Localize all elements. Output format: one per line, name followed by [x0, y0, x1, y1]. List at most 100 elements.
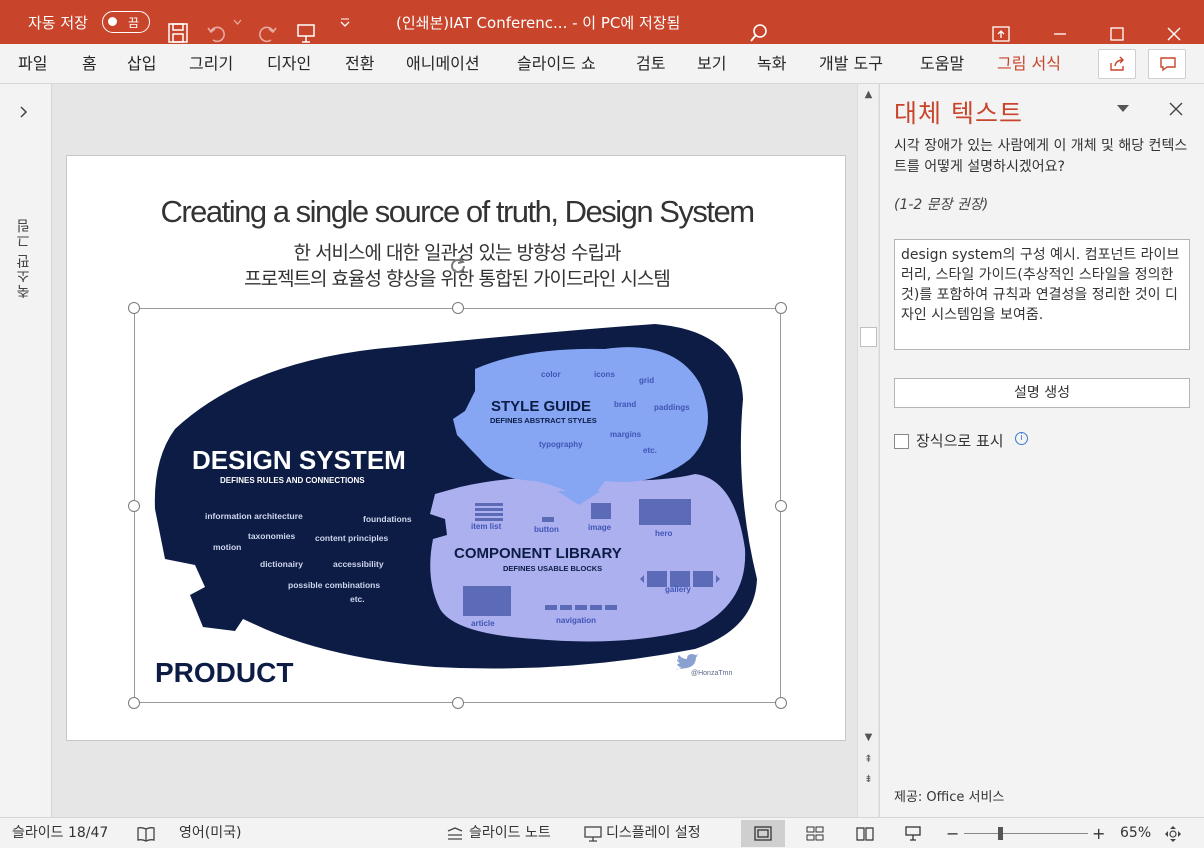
next-slide-icon[interactable]: ⇟: [860, 772, 877, 788]
tab-slideshow[interactable]: 슬라이드 쇼: [517, 44, 596, 84]
autosave-toggle[interactable]: 끔: [102, 11, 150, 33]
sg-item: margins: [610, 430, 642, 439]
thumbnails-label[interactable]: 축소판 그림: [14, 218, 34, 298]
provider-label: 제공: Office 서비스: [894, 790, 1005, 805]
tab-review[interactable]: 검토: [636, 44, 665, 84]
tab-design[interactable]: 디자인: [267, 44, 311, 84]
zoom-out-icon[interactable]: −: [946, 818, 959, 848]
tab-developer[interactable]: 개발 도구: [819, 44, 883, 84]
expand-thumbnails-icon[interactable]: [19, 106, 29, 118]
twitter-icon: [675, 654, 698, 670]
generate-description-button[interactable]: 설명 생성: [894, 378, 1190, 408]
resize-handle-e[interactable]: [775, 500, 787, 512]
cl-item: item list: [471, 522, 502, 531]
autosave-label: 자동 저장: [28, 13, 88, 32]
zoom-slider[interactable]: [964, 833, 1088, 834]
display-settings-button[interactable]: 디스플레이 설정: [606, 818, 701, 848]
notes-button[interactable]: 슬라이드 노트: [469, 818, 551, 848]
tab-draw[interactable]: 그리기: [189, 44, 233, 84]
accessibility-book-icon[interactable]: [137, 826, 155, 842]
zoom-slider-thumb[interactable]: [998, 827, 1003, 840]
ribbon-tabs: 파일 홈 삽입 그리기 디자인 전환 애니메이션 슬라이드 쇼 검토 보기 녹화…: [0, 44, 1204, 84]
slide-canvas[interactable]: Creating a single source of truth, Desig…: [66, 155, 846, 741]
cl-item: article: [471, 619, 495, 628]
cl-item: gallery: [665, 585, 691, 594]
design-system-heading: DESIGN SYSTEM: [192, 445, 406, 475]
vertical-scrollbar[interactable]: ▲ ▼ ⇞ ⇟: [857, 84, 878, 817]
undo-dropdown-icon[interactable]: [233, 18, 242, 26]
alt-text-input[interactable]: design system의 구성 예시. 컴포넌트 라이브러리, 스타일 가이…: [894, 239, 1190, 350]
ds-item: foundations: [363, 514, 412, 524]
customize-toolbar-icon[interactable]: [340, 17, 350, 27]
normal-view-button[interactable]: [741, 820, 785, 847]
cl-item: hero: [655, 529, 672, 538]
resize-handle-n[interactable]: [452, 302, 464, 314]
sg-item: paddings: [654, 403, 690, 412]
tab-record[interactable]: 녹화: [757, 44, 786, 84]
slide-editor: Creating a single source of truth, Desig…: [53, 84, 857, 817]
zoom-in-icon[interactable]: +: [1092, 818, 1105, 848]
ds-item: dictionairy: [260, 559, 303, 569]
scroll-up-icon[interactable]: ▲: [860, 87, 877, 103]
twitter-handle: @HonzaTmn: [691, 670, 732, 677]
component-library-heading: COMPONENT LIBRARY: [454, 545, 622, 562]
pane-hint: (1-2 문장 권장): [894, 197, 989, 213]
tab-help[interactable]: 도움말: [920, 44, 964, 84]
tab-home[interactable]: 홈: [82, 44, 97, 84]
resize-handle-nw[interactable]: [128, 302, 140, 314]
cl-item: image: [588, 523, 612, 532]
sg-item: brand: [614, 400, 636, 409]
design-system-picture[interactable]: DESIGN SYSTEM DEFINES RULES AND CONNECTI…: [128, 257, 787, 709]
scroll-thumb[interactable]: [860, 327, 877, 347]
slide-sorter-button[interactable]: [793, 820, 837, 847]
tab-insert[interactable]: 삽입: [127, 44, 156, 84]
ds-item: motion: [213, 542, 241, 552]
reading-view-button[interactable]: [843, 820, 887, 847]
ds-item: possible combinations: [288, 580, 380, 590]
thumbnail-panel-collapsed: 축소판 그림: [0, 84, 52, 817]
tab-animations[interactable]: 애니메이션: [406, 44, 480, 84]
alt-text-pane: 대체 텍스트 시각 장애가 있는 사람에게 이 개체 및 해당 컨텍스트를 어떻…: [879, 84, 1204, 817]
info-icon[interactable]: i: [1015, 432, 1028, 445]
slide-sorter-icon: [806, 826, 824, 841]
resize-handle-se[interactable]: [775, 697, 787, 709]
comment-icon: [1160, 57, 1176, 72]
resize-handle-ne[interactable]: [775, 302, 787, 314]
cl-item: navigation: [556, 616, 596, 625]
tab-view[interactable]: 보기: [697, 44, 726, 84]
slide-title[interactable]: Creating a single source of truth, Desig…: [67, 194, 847, 230]
resize-handle-sw[interactable]: [128, 697, 140, 709]
sg-item: grid: [639, 376, 654, 385]
style-guide-subheading: DEFINES ABSTRACT STYLES: [490, 416, 597, 425]
sg-item: icons: [594, 370, 615, 379]
resize-handle-s[interactable]: [452, 697, 464, 709]
pane-title: 대체 텍스트: [894, 99, 1023, 128]
resize-handle-w[interactable]: [128, 500, 140, 512]
cl-item: button: [534, 525, 559, 534]
share-icon: [1110, 56, 1124, 71]
tab-file[interactable]: 파일: [18, 44, 47, 84]
previous-slide-icon[interactable]: ⇞: [860, 752, 877, 768]
fit-to-window-icon[interactable]: [1164, 825, 1182, 843]
tab-picture-format[interactable]: 그림 서식: [997, 44, 1061, 84]
zoom-level[interactable]: 65%: [1120, 818, 1151, 848]
pane-options-icon[interactable]: [1116, 104, 1130, 113]
slideshow-view-button[interactable]: [891, 820, 935, 847]
ds-item: taxonomies: [248, 531, 296, 541]
decorative-checkbox[interactable]: [894, 434, 909, 449]
pane-close-icon[interactable]: [1169, 102, 1183, 116]
scroll-down-icon[interactable]: ▼: [860, 730, 877, 746]
comments-button[interactable]: [1148, 49, 1186, 79]
product-label: PRODUCT: [155, 657, 293, 688]
language-status[interactable]: 영어(미국): [179, 818, 241, 848]
pane-description: 시각 장애가 있는 사람에게 이 개체 및 해당 컨텍스트를 어떻게 설명하시겠…: [894, 138, 1188, 175]
tab-transitions[interactable]: 전환: [345, 44, 374, 84]
share-button[interactable]: [1098, 49, 1136, 79]
normal-view-icon: [754, 826, 772, 841]
document-title: (인쇄본)IAT Conferenc... - 이 PC에 저장됨: [396, 13, 681, 32]
slideshow-icon: [905, 826, 921, 841]
status-bar: 슬라이드 18/47 영어(미국) 슬라이드 노트 디스플레이 설정 − + 6…: [0, 817, 1204, 848]
rotate-handle-icon[interactable]: [447, 255, 469, 277]
decorative-label[interactable]: 장식으로 표시: [916, 430, 1004, 451]
sg-item: typography: [539, 440, 583, 449]
